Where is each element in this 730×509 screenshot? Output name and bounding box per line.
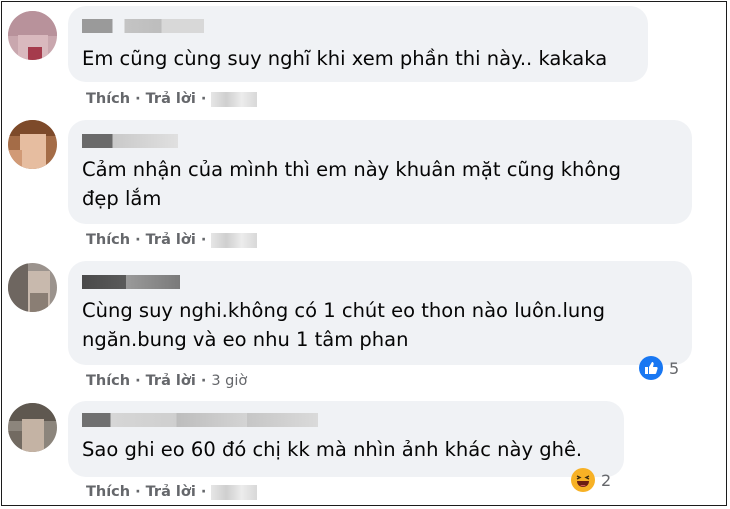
comment-text: Cảm nhận của mình thì em này khuân mặt c…: [82, 158, 622, 181]
comment-actions: Thích · Trả lời ·: [86, 91, 258, 107]
avatar[interactable]: [8, 263, 57, 312]
like-link[interactable]: Thích: [86, 232, 130, 248]
author-name-blurred: [82, 19, 204, 33]
avatar[interactable]: [8, 403, 57, 452]
comment-text: đẹp lắm: [82, 187, 162, 210]
timestamp-blurred: [211, 91, 258, 107]
like-icon: [639, 356, 663, 380]
laughing-emoji-icon: [571, 468, 595, 492]
reply-link[interactable]: Trả lời: [146, 232, 196, 248]
timestamp[interactable]: 3 giờ: [211, 373, 247, 389]
reply-link[interactable]: Trả lời: [146, 91, 196, 107]
reply-link[interactable]: Trả lời: [146, 484, 196, 500]
timestamp-blurred: [211, 232, 258, 248]
comment-actions: Thích · Trả lời ·: [86, 484, 258, 500]
comment-bubble: Cùng suy nghi.không có 1 chút eo thon nà…: [68, 261, 692, 365]
comment-actions: Thích · Trả lời · 3 giờ: [86, 373, 248, 389]
avatar[interactable]: [8, 11, 57, 60]
author-name-blurred: [82, 134, 178, 148]
comment-text: Sao ghi eo 60 đó chị kk mà nhìn ảnh khác…: [82, 438, 583, 461]
reaction-count: 2: [601, 470, 612, 490]
reaction-summary[interactable]: 2: [571, 467, 611, 493]
comment-bubble: Sao ghi eo 60 đó chị kk mà nhìn ảnh khác…: [68, 401, 624, 477]
timestamp-blurred: [211, 484, 258, 500]
like-link[interactable]: Thích: [86, 373, 130, 389]
avatar[interactable]: [8, 120, 57, 169]
comment-bubble: Cảm nhận của mình thì em này khuân mặt c…: [68, 120, 692, 224]
comment-text: ngăn.bung và eo nhu 1 tâm phan: [82, 328, 409, 351]
comment-text: Em cũng cùng suy nghĩ khi xem phần thi n…: [82, 47, 608, 70]
comment-actions: Thích · Trả lời ·: [86, 232, 258, 248]
author-name-blurred: [82, 275, 180, 289]
comment-bubble: Em cũng cùng suy nghĩ khi xem phần thi n…: [68, 6, 648, 82]
reaction-count: 5: [669, 358, 680, 378]
comment-text: Cùng suy nghi.không có 1 chút eo thon nà…: [82, 299, 605, 322]
like-link[interactable]: Thích: [86, 91, 130, 107]
reaction-summary[interactable]: 5: [639, 355, 679, 381]
reply-link[interactable]: Trả lời: [146, 373, 196, 389]
author-name-blurred: [82, 413, 318, 427]
like-link[interactable]: Thích: [86, 484, 130, 500]
